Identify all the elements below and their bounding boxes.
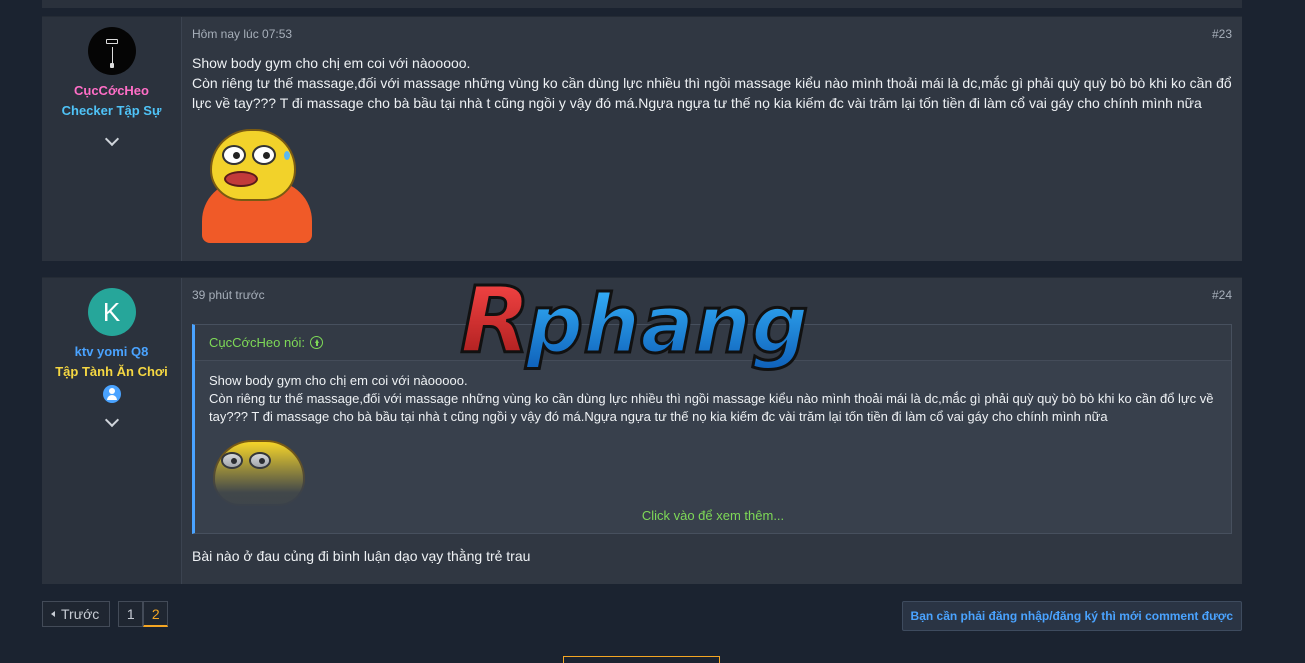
chevron-down-icon[interactable] bbox=[104, 131, 119, 147]
arrow-up-icon[interactable] bbox=[309, 336, 323, 349]
prev-page-button[interactable]: Trước bbox=[42, 601, 111, 627]
quote-body: Show body gym cho chị em coi với nàooooo… bbox=[195, 361, 1231, 426]
quote-block: CụcCớcHeo nói: Show body gym cho chị em … bbox=[192, 324, 1232, 534]
login-to-comment-button[interactable]: Bạn cần phải đăng nhập/đăng ký thì mới c… bbox=[901, 601, 1242, 631]
post-body-line: Còn riêng tư thế massage,đối với massage… bbox=[192, 75, 1232, 111]
post-content: Hôm nay lúc 07:53 #23 Show body gym cho … bbox=[182, 17, 1242, 261]
post-number[interactable]: #24 bbox=[1212, 288, 1232, 302]
previous-post-edge bbox=[42, 0, 1242, 8]
post-number[interactable]: #23 bbox=[1212, 27, 1232, 41]
username[interactable]: CụcCớcHeo bbox=[74, 83, 149, 98]
username[interactable]: ktv yomi Q8 bbox=[75, 344, 149, 359]
post-time[interactable]: Hôm nay lúc 07:53 bbox=[192, 27, 292, 41]
post-body-line: Show body gym cho chị em coi với nàooooo… bbox=[192, 55, 471, 71]
page-link-2[interactable]: 2 bbox=[143, 601, 169, 627]
post-24: K ktv yomi Q8 Tập Tành Ăn Chơi 39 phút t… bbox=[42, 277, 1242, 584]
post-content: 39 phút trước #24 CụcCớcHeo nói: Show bo… bbox=[182, 278, 1242, 584]
prev-page-label: Trước bbox=[61, 606, 100, 622]
post-user-panel: CụcCớcHeo Checker Tập Sự bbox=[42, 17, 182, 261]
post-time[interactable]: 39 phút trước bbox=[192, 288, 265, 302]
post-user-panel: K ktv yomi Q8 Tập Tành Ăn Chơi bbox=[42, 278, 182, 584]
quote-line: Còn riêng tư thế massage,đối với massage… bbox=[209, 391, 1214, 424]
user-title: Checker Tập Sự bbox=[61, 103, 162, 118]
avatar[interactable]: K bbox=[87, 288, 136, 336]
phone-charging-icon bbox=[105, 39, 118, 44]
quote-expand-link[interactable]: Click vào để xem thêm... bbox=[195, 508, 1231, 523]
avatar[interactable] bbox=[87, 27, 136, 75]
quote-author[interactable]: CụcCớcHeo nói: bbox=[209, 335, 305, 350]
user-badge-icon bbox=[102, 385, 121, 403]
post-body: Bài nào ở đau củng đi bình luận dạo vạy … bbox=[192, 548, 531, 564]
chevron-left-icon bbox=[51, 611, 55, 617]
post-23: CụcCớcHeo Checker Tập Sự Hôm nay lúc 07:… bbox=[42, 16, 1242, 261]
quote-header[interactable]: CụcCớcHeo nói: bbox=[195, 325, 1231, 361]
page-link-1[interactable]: 1 bbox=[118, 601, 144, 627]
chevron-down-icon[interactable] bbox=[104, 412, 119, 428]
post-body: Show body gym cho chị em coi với nàooooo… bbox=[192, 53, 1232, 113]
pagination: Trước 1 2 bbox=[42, 601, 169, 627]
quote-line: Show body gym cho chị em coi với nàooooo… bbox=[209, 373, 468, 388]
bottom-box-edge bbox=[563, 656, 720, 663]
user-title: Tập Tành Ăn Chơi bbox=[55, 364, 168, 379]
sticker-image bbox=[192, 127, 312, 245]
